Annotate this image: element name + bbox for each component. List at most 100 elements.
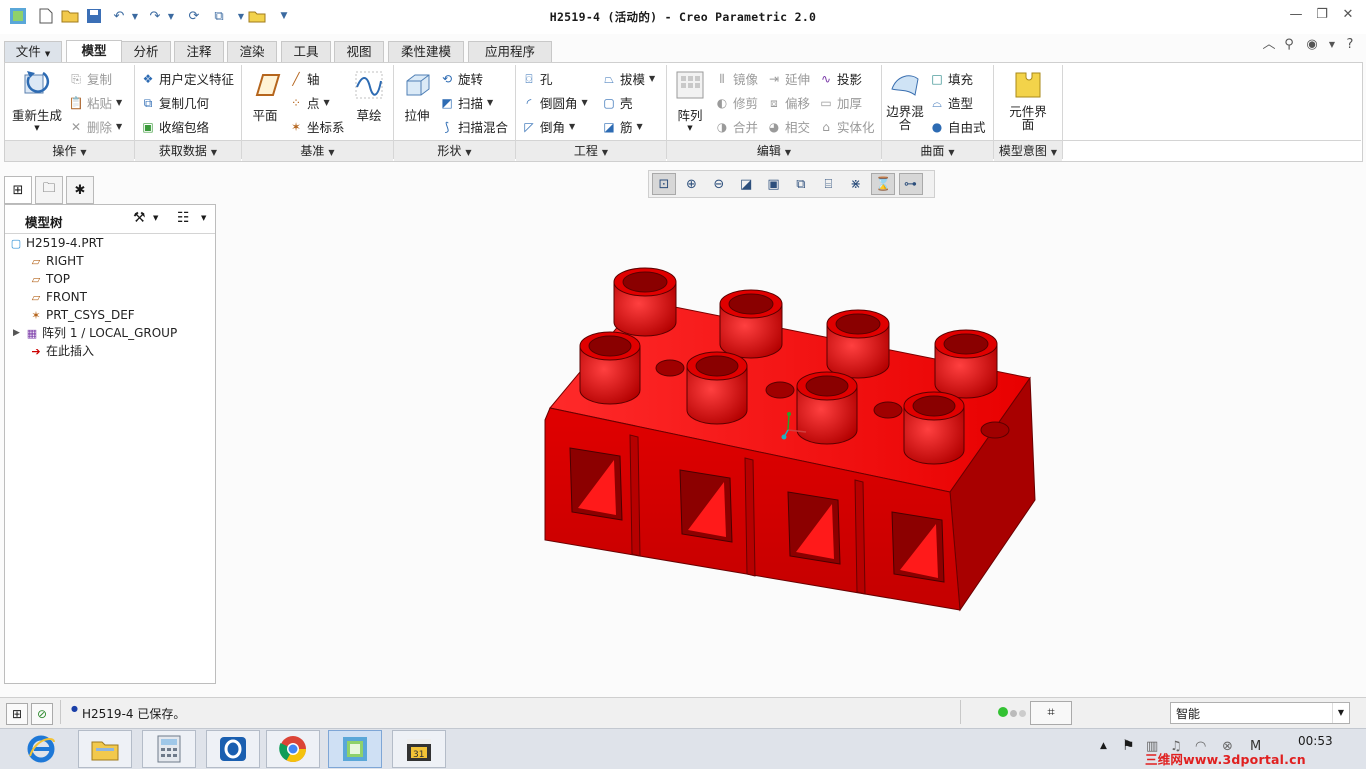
group-shapes-label[interactable]: 形状 ▼ <box>394 140 515 161</box>
group-datum-label[interactable]: 基准 ▼ <box>242 140 393 161</box>
display-style-icon[interactable]: ▣ <box>762 173 786 195</box>
sketch-button[interactable]: 草绘 <box>349 69 389 124</box>
annotation-display-icon[interactable]: ⊶ <box>898 173 923 195</box>
restore-icon[interactable]: ❐ <box>1312 6 1332 24</box>
part-icon: ▢ <box>10 236 22 250</box>
shell-button[interactable]: ▢ 壳 <box>601 93 632 112</box>
plane-button[interactable]: 平面 <box>245 69 285 124</box>
spin-center-icon[interactable]: ⌛ <box>871 173 896 195</box>
group-model-intent-label[interactable]: 模型意图 ▼ <box>994 140 1062 161</box>
zoom-out-icon[interactable]: ⊖ <box>707 173 731 195</box>
paste-button[interactable]: 📋 粘贴 ▼ <box>68 93 123 112</box>
hole-button[interactable]: ⌼ 孔 <box>521 69 552 88</box>
show-hidden-icons-icon[interactable]: ▲ <box>1100 741 1107 751</box>
group-get-data-label[interactable]: 获取数据 ▼ <box>135 140 241 161</box>
thicken-button[interactable]: ▭ 加厚 <box>818 93 862 112</box>
delete-button[interactable]: ✕ 删除 ▼ <box>68 117 122 136</box>
revolve-icon: ⟲ <box>441 71 453 86</box>
favorites-tab-icon[interactable]: ✱ <box>66 176 94 204</box>
browser-toggle-icon[interactable]: ⊘ <box>31 703 53 725</box>
tab-flexible-modeling[interactable]: 柔性建模 <box>388 41 464 62</box>
pattern-button[interactable]: 阵列 ▼ <box>671 69 709 132</box>
copy-geometry-button[interactable]: ⧉ 复制几何 <box>140 93 209 112</box>
repaint-icon[interactable]: ◪ <box>734 173 758 195</box>
terminal-block-model[interactable] <box>530 260 1050 620</box>
offset-button[interactable]: ⧈ 偏移 <box>766 93 810 112</box>
creo-taskbar-icon[interactable] <box>328 730 382 768</box>
tab-tools[interactable]: 工具 <box>281 41 331 62</box>
tab-annotate[interactable]: 注释 <box>174 41 224 62</box>
zoom-in-icon[interactable]: ⊕ <box>679 173 703 195</box>
fill-button[interactable]: □ 填充 <box>929 69 973 88</box>
regenerate-button[interactable]: 重新生成 ▼ <box>9 69 65 132</box>
extend-button[interactable]: ⇥ 延伸 <box>766 69 810 88</box>
model-tree-title: 模型树 <box>25 215 63 230</box>
revolve-button[interactable]: ⟲ 旋转 <box>439 69 483 88</box>
group-editing-label[interactable]: 编辑 ▼ <box>667 140 881 161</box>
tree-item[interactable]: ➔ 在此插入 <box>29 343 94 360</box>
axis-button[interactable]: ╱ 轴 <box>288 69 319 88</box>
freestyle-button[interactable]: ● 自由式 <box>929 117 986 136</box>
shrinkwrap-button[interactable]: ▣ 收缩包络 <box>140 117 209 136</box>
refit-icon[interactable]: ⊡ <box>652 173 676 195</box>
expand-arrow-icon[interactable]: ▶ <box>13 325 25 342</box>
view-manager-icon[interactable]: ⌸ <box>816 173 840 195</box>
point-button[interactable]: ⁘ 点 ▼ <box>288 93 330 112</box>
saved-orientations-icon[interactable]: ⧉ <box>789 173 813 195</box>
model-tree-tab-icon[interactable]: ⊞ <box>4 176 32 204</box>
tree-columns-dropdown-icon[interactable]: ▼ <box>201 214 206 222</box>
show-navigator-icon[interactable]: ⊞ <box>6 703 28 725</box>
tree-item[interactable]: ▱ TOP <box>29 271 70 288</box>
group-operations-label[interactable]: 操作 ▼ <box>5 140 134 161</box>
boundary-blend-button[interactable]: 边界混合 <box>885 69 925 131</box>
folder-browser-tab-icon[interactable]: 🗀 <box>35 176 63 204</box>
datum-display-filters-icon[interactable]: ⋇ <box>844 173 868 195</box>
sweep-button[interactable]: ◩ 扫描 ▼ <box>439 93 493 112</box>
selection-filter-select[interactable]: 智能 ▼ <box>1170 702 1350 724</box>
clock[interactable]: 00:53 <box>1298 734 1333 748</box>
outlook-icon[interactable] <box>206 730 260 768</box>
merge-button[interactable]: ◑ 合并 <box>714 117 758 136</box>
chrome-icon[interactable] <box>266 730 320 768</box>
round-button[interactable]: ◜ 倒圆角 ▼ <box>521 93 588 112</box>
trim-button[interactable]: ◐ 修剪 <box>714 93 758 112</box>
tab-render[interactable]: 渲染 <box>227 41 277 62</box>
solidify-button[interactable]: ⌂ 实体化 <box>818 117 874 136</box>
tree-settings-dropdown-icon[interactable]: ▼ <box>153 214 158 222</box>
tab-applications[interactable]: 应用程序 <box>468 41 552 62</box>
chamfer-button[interactable]: ◸ 倒角 ▼ <box>521 117 575 136</box>
tree-item[interactable]: ▢ H2519-4.PRT <box>9 235 104 252</box>
minimize-icon[interactable]: — <box>1286 6 1306 24</box>
calculator-icon[interactable] <box>142 730 196 768</box>
tab-view[interactable]: 视图 <box>334 41 384 62</box>
copy-button[interactable]: ⎘ 复制 <box>68 69 112 88</box>
tab-analysis[interactable]: 分析 <box>121 41 171 62</box>
rib-button[interactable]: ◪ 筋 ▼ <box>601 117 642 136</box>
project-button[interactable]: ∿ 投影 <box>818 69 862 88</box>
mirror-button[interactable]: ⫴ 镜像 <box>714 69 758 88</box>
udf-button[interactable]: ❖ 用户定义特征 <box>140 69 234 88</box>
tree-item[interactable]: ▶ ▦ 阵列 1 / LOCAL_GROUP <box>13 325 177 342</box>
style-button[interactable]: ⌓ 造型 <box>929 93 973 112</box>
intersect-button[interactable]: ◕ 相交 <box>766 117 810 136</box>
component-interface-button[interactable]: 元件界面 <box>1005 69 1051 131</box>
group-engineering-label[interactable]: 工程 ▼ <box>516 140 666 161</box>
tree-item[interactable]: ▱ FRONT <box>29 289 87 306</box>
tree-item[interactable]: ✶ PRT_CSYS_DEF <box>29 307 134 324</box>
find-icon[interactable]: ⌗ <box>1030 701 1072 725</box>
swept-blend-button[interactable]: ⟆ 扫描混合 <box>439 117 508 136</box>
extrude-button[interactable]: 拉伸 <box>397 69 437 124</box>
media-player-icon[interactable]: 31 <box>392 730 446 768</box>
tab-file[interactable]: 文件 ▼ <box>4 41 62 62</box>
tree-settings-icon[interactable]: ⚒ <box>133 210 146 226</box>
close-icon[interactable]: ✕ <box>1338 6 1358 24</box>
group-surfaces-label[interactable]: 曲面 ▼ <box>882 140 993 161</box>
tree-columns-icon[interactable]: ☷ <box>177 210 190 226</box>
explorer-icon[interactable] <box>78 730 132 768</box>
csys-button[interactable]: ✶ 坐标系 <box>288 117 345 136</box>
ie-icon[interactable] <box>14 730 68 768</box>
action-center-flag-icon[interactable]: ⚑ <box>1122 738 1135 754</box>
tree-item[interactable]: ▱ RIGHT <box>29 253 84 270</box>
tab-model[interactable]: 模型 <box>66 40 122 63</box>
draft-button[interactable]: ⏢ 拔模 ▼ <box>601 69 655 88</box>
